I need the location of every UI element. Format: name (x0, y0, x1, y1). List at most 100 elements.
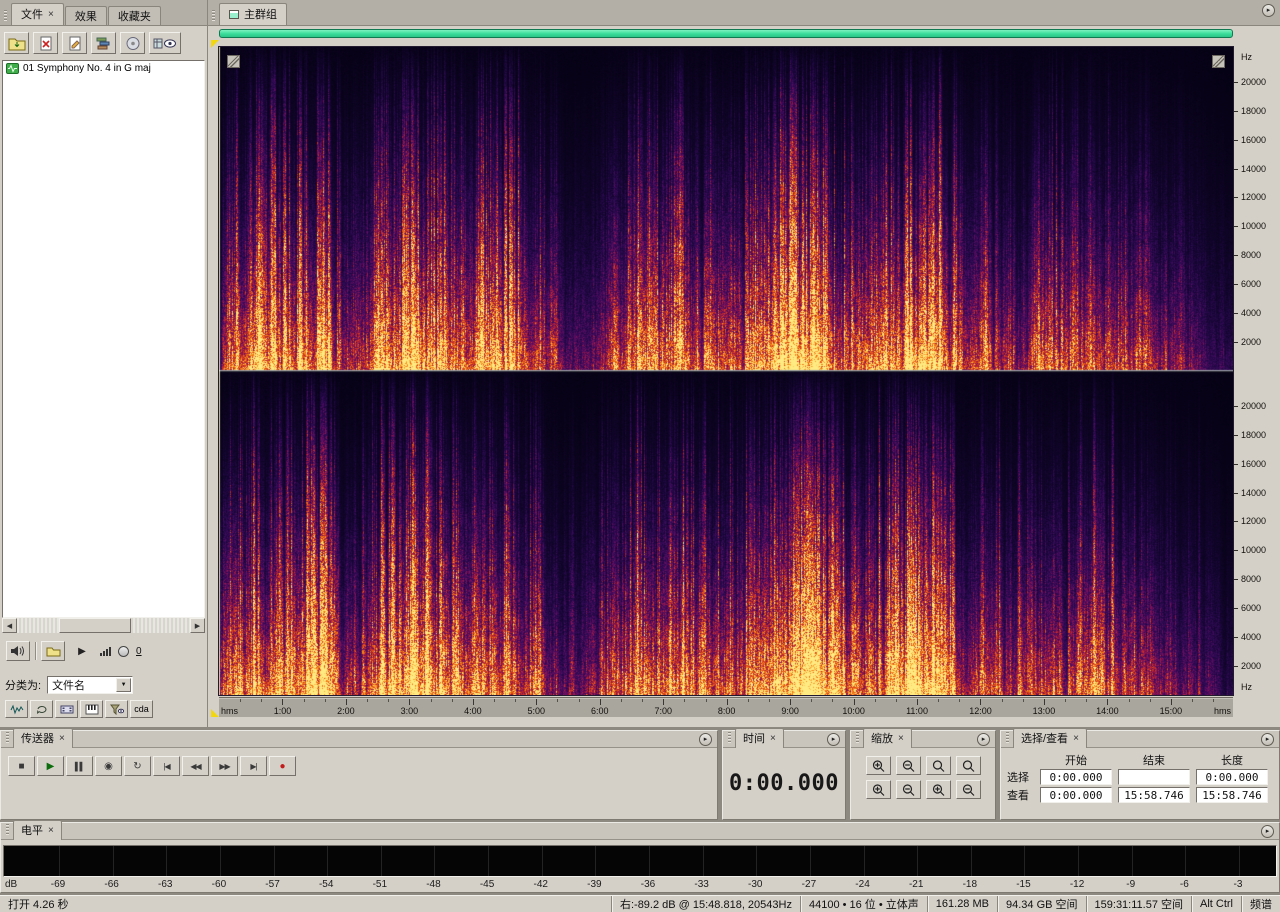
view-start-field[interactable]: 0:00.000 (1040, 787, 1112, 803)
pan-handle-icon[interactable] (227, 55, 240, 68)
rewind-button[interactable]: ◀◀ (182, 756, 209, 776)
tab-main-group[interactable]: 主群组 (219, 3, 287, 25)
insert-into-multitrack-button[interactable] (91, 32, 116, 54)
volume-knob-icon[interactable] (118, 645, 129, 657)
tab-favorites[interactable]: 收藏夹 (107, 6, 161, 25)
selection-view-table: 开始 结束 长度 选择 0:00.000 0:00.000 查看 0:00.00… (1005, 752, 1279, 804)
panel-menu-button[interactable]: ▸ (1262, 4, 1275, 17)
spectral-display[interactable] (219, 47, 1233, 695)
close-file-button[interactable] (33, 32, 58, 54)
play-from-cursor-button[interactable]: ◉ (95, 756, 122, 776)
db-tick-label: -42 (533, 879, 548, 890)
panel-grip[interactable] (1006, 732, 1009, 744)
file-list[interactable]: 01 Symphony No. 4 in G maj (2, 60, 205, 618)
selection-start-marker[interactable] (211, 709, 219, 717)
preview-follow-button[interactable] (41, 641, 65, 661)
panel-grip[interactable] (6, 732, 9, 744)
status-format: 44100 • 16 位 • 立体声 (799, 896, 927, 912)
view-end-field[interactable]: 15:58.746 (1118, 787, 1190, 803)
panel-menu-button[interactable]: ▸ (977, 733, 990, 746)
panel-menu-button[interactable]: ▸ (827, 733, 840, 746)
zoom-in-button[interactable] (865, 780, 891, 799)
show-options-button[interactable] (149, 32, 181, 54)
panel-grip[interactable] (856, 732, 859, 744)
level-meter[interactable] (3, 845, 1277, 877)
zoom-full-button[interactable] (925, 756, 951, 775)
show-cd-button[interactable]: cda (130, 700, 153, 718)
scrollbar-thumb[interactable] (59, 618, 131, 633)
import-file-button[interactable] (4, 32, 29, 54)
insert-into-cd-button[interactable] (120, 32, 145, 54)
scroll-left-button[interactable]: ◀ (2, 618, 17, 633)
file-list-scrollbar[interactable]: ◀ ▶ (2, 618, 205, 633)
zoom-to-selection-button[interactable] (955, 756, 981, 775)
go-to-end-button[interactable]: ▶| (240, 756, 267, 776)
zoom-in-vertical-button[interactable] (925, 780, 951, 799)
scrollbar-track[interactable] (17, 618, 190, 633)
pan-handle-icon[interactable] (1212, 55, 1225, 68)
sort-by-dropdown[interactable]: 文件名 ▼ (47, 676, 134, 694)
show-video-icon (60, 705, 73, 713)
column-header-length: 长度 (1221, 755, 1243, 767)
scroll-right-button[interactable]: ▶ (190, 618, 205, 633)
tab-files[interactable]: 文件 × (11, 3, 64, 25)
audio-file-icon (6, 62, 19, 74)
magnifier-icon (932, 759, 944, 772)
status-view-mode[interactable]: 频谱 (1241, 896, 1280, 912)
timeline-ruler[interactable]: hms hms 1:00 2:00 3:00 4:00 5:00 6:00 7:00 8:00… (219, 697, 1233, 717)
timeline-label: 6:00 (590, 706, 609, 716)
frequency-ruler[interactable]: Hz 20000 18000 16000 14000 12000 10000 8000 6000… (1234, 46, 1280, 696)
volume-bars-icon[interactable] (99, 646, 113, 657)
preview-autoplay-button[interactable] (6, 641, 30, 661)
go-to-start-button[interactable]: |◀ (153, 756, 180, 776)
preview-loop-count[interactable]: 0 (136, 646, 142, 657)
panel-grip[interactable] (728, 732, 731, 744)
panel-menu-button[interactable]: ▸ (699, 733, 712, 746)
zoom-out-vertical-button[interactable] (955, 780, 981, 799)
show-loop-button[interactable] (30, 700, 53, 718)
play-button[interactable]: ▶ (37, 756, 64, 776)
zoom-in-horizontal-button[interactable] (865, 756, 891, 775)
freq-tick-label: 6000 (1241, 279, 1262, 289)
panel-grip[interactable] (4, 10, 7, 22)
close-panel-button[interactable]: × (898, 733, 904, 744)
file-list-item[interactable]: 01 Symphony No. 4 in G maj (3, 61, 204, 75)
close-panel-button[interactable]: × (1073, 733, 1079, 744)
close-tab-button[interactable]: × (48, 9, 54, 20)
record-button[interactable]: ● (269, 756, 296, 776)
panel-menu-button[interactable]: ▸ (1261, 733, 1274, 746)
panel-grip[interactable] (212, 10, 215, 22)
freq-tick-label: 6000 (1241, 603, 1262, 613)
preview-play-button[interactable]: ▶ (70, 641, 94, 661)
selection-length-field[interactable]: 0:00.000 (1196, 769, 1268, 785)
divider (35, 642, 36, 660)
selection-end-field[interactable] (1118, 769, 1190, 785)
edit-file-button[interactable] (62, 32, 87, 54)
fast-forward-button[interactable]: ▶▶ (211, 756, 238, 776)
show-audio-button[interactable] (5, 700, 28, 718)
show-audio-icon (10, 704, 23, 715)
close-panel-button[interactable]: × (48, 825, 54, 836)
close-panel-button[interactable]: × (59, 733, 65, 744)
zoom-out-horizontal-button[interactable] (895, 756, 921, 775)
status-bar: 打开 4.26 秒 右:-89.2 dB @ 15:48.818, 20543H… (0, 895, 1280, 912)
horizontal-zoom-navigator[interactable] (219, 29, 1233, 38)
show-midi-button[interactable] (80, 700, 103, 718)
show-video-button[interactable] (55, 700, 78, 718)
panel-menu-button[interactable]: ▸ (1261, 825, 1274, 838)
freq-tick-label: 10000 (1241, 545, 1267, 555)
chevron-down-icon[interactable]: ▼ (116, 678, 132, 692)
level-scale: dB -69 -66 -63 -60 -57 -54 -51 -48 -45 -42 -39 -36 -… (1, 878, 1279, 892)
selection-start-field[interactable]: 0:00.000 (1040, 769, 1112, 785)
zoom-out-button[interactable] (895, 780, 921, 799)
stop-button[interactable]: ■ (8, 756, 35, 776)
show-filter-button[interactable] (105, 700, 128, 718)
sort-by-label: 分类为: (5, 680, 42, 692)
column-header-end: 结束 (1143, 755, 1165, 767)
pause-button[interactable]: ▌▌ (66, 756, 93, 776)
close-panel-button[interactable]: × (770, 733, 776, 744)
loop-play-button[interactable]: ↻ (124, 756, 151, 776)
panel-grip[interactable] (6, 824, 9, 836)
tab-effects[interactable]: 效果 (64, 6, 107, 25)
view-length-field[interactable]: 15:58.746 (1196, 787, 1268, 803)
